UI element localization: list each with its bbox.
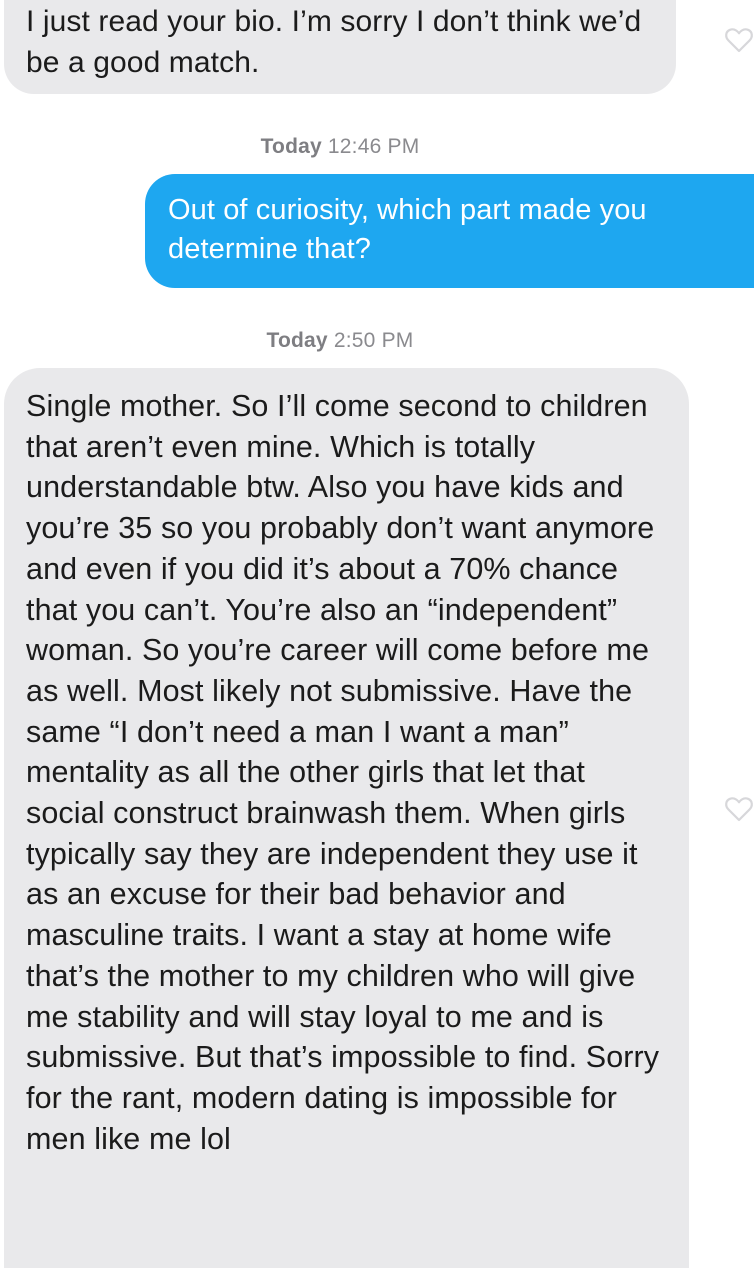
message-timestamp: Today 2:50 PM [0,329,680,353]
received-message-bubble[interactable]: I just read your bio. I’m sorry I don’t … [4,0,676,94]
received-message-bubble[interactable]: Single mother. So I’ll come second to ch… [4,368,689,1268]
timestamp-day: Today [266,329,328,352]
timestamp-time: 12:46 PM [327,135,420,158]
timestamp-day: Today [260,135,322,158]
timestamp-time: 2:50 PM [333,329,414,352]
message-timestamp: Today 12:46 PM [0,135,680,159]
sent-message-bubble[interactable]: Out of curiosity, which part made you de… [145,174,754,288]
heart-outline-icon[interactable] [724,25,754,55]
heart-outline-icon[interactable] [724,794,754,824]
